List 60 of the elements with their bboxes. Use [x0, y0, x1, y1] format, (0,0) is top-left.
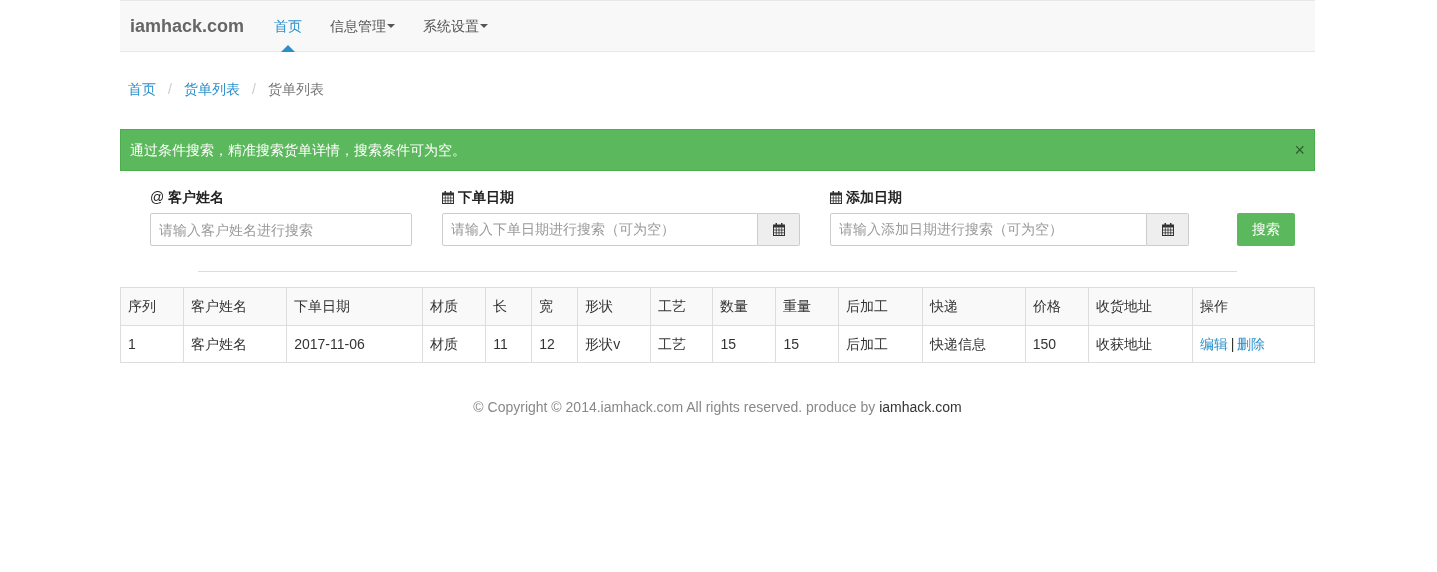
- field-label: 客户姓名: [168, 187, 225, 207]
- column-header: 材质: [422, 287, 486, 326]
- table-cell: 2017-11-06: [286, 325, 423, 363]
- table-cell: 150: [1025, 325, 1089, 363]
- breadcrumb-item[interactable]: 货单列表: [183, 78, 240, 100]
- column-header: 长: [485, 287, 532, 326]
- column-header: 收货地址: [1088, 287, 1193, 326]
- column-header: 工艺: [650, 287, 713, 326]
- nav-item[interactable]: 系统设置: [413, 1, 499, 51]
- delete-link[interactable]: 删除: [1237, 335, 1266, 352]
- table-cell: 快递信息: [922, 325, 1026, 363]
- edit-link[interactable]: 编辑: [1199, 335, 1228, 352]
- table-cell: 15: [776, 325, 839, 363]
- alert-message: 通过条件搜索，精准搜索货单详情，搜索条件可为空。: [130, 140, 466, 160]
- table-cell: 工艺: [650, 325, 713, 363]
- column-header: 客户姓名: [183, 287, 287, 326]
- breadcrumb-item[interactable]: 首页: [128, 78, 156, 100]
- table-cell: 客户姓名: [183, 325, 287, 363]
- table-cell: 15: [712, 325, 776, 363]
- calendar-icon: [442, 190, 454, 204]
- calendar-icon: [1161, 223, 1174, 236]
- name-field[interactable]: 请输入客户姓名进行搜索: [150, 213, 412, 246]
- table-cell: 材质: [422, 325, 486, 363]
- column-header: 重量: [776, 287, 839, 326]
- date-field[interactable]: 请输入下单日期进行搜索（可为空）: [442, 213, 758, 246]
- table-cell: 1: [120, 325, 184, 363]
- field-label: 下单日期: [458, 187, 514, 207]
- active-indicator: [281, 45, 296, 52]
- table-cell: 12: [531, 325, 578, 363]
- table-cell: 11: [485, 325, 532, 363]
- field-label: 添加日期: [846, 187, 902, 207]
- calendar-addon[interactable]: [758, 213, 800, 246]
- search-button[interactable]: 搜索: [1237, 213, 1295, 246]
- column-header: 下单日期: [286, 287, 423, 326]
- nav-item[interactable]: 首页: [264, 1, 313, 51]
- date-field[interactable]: 请输入添加日期进行搜索（可为空）: [830, 213, 1147, 246]
- breadcrumb-divider: /: [250, 79, 257, 99]
- nav-item[interactable]: 信息管理: [320, 1, 406, 51]
- column-header: 数量: [712, 287, 776, 326]
- table-cell: 形状v: [577, 325, 651, 363]
- footer-link[interactable]: iamhack.com: [879, 399, 962, 415]
- close-button[interactable]: ×: [1294, 141, 1305, 159]
- column-header: 宽: [531, 287, 578, 326]
- table-cell: 后加工: [838, 325, 923, 363]
- calendar-icon: [772, 223, 785, 236]
- column-header: 操作: [1192, 287, 1315, 326]
- brand[interactable]: iamhack.com: [130, 12, 245, 40]
- column-header: 后加工: [838, 287, 923, 326]
- at-sign: @: [150, 187, 165, 207]
- breadcrumb-divider: /: [167, 79, 173, 99]
- footer-copyright: © Copyright © 2014.iamhack.com All rights reserved. produce by iamhack.com: [472, 398, 963, 417]
- column-header: 序列: [120, 287, 184, 326]
- breadcrumb-item[interactable]: 货单列表: [267, 78, 324, 100]
- link-separator: |: [1229, 335, 1236, 352]
- table-cell: 收获地址: [1088, 325, 1193, 363]
- calendar-icon: [830, 190, 842, 204]
- calendar-addon[interactable]: [1147, 213, 1189, 246]
- column-header: 快递: [922, 287, 1026, 326]
- column-header: 形状: [577, 287, 651, 326]
- column-header: 价格: [1025, 287, 1089, 326]
